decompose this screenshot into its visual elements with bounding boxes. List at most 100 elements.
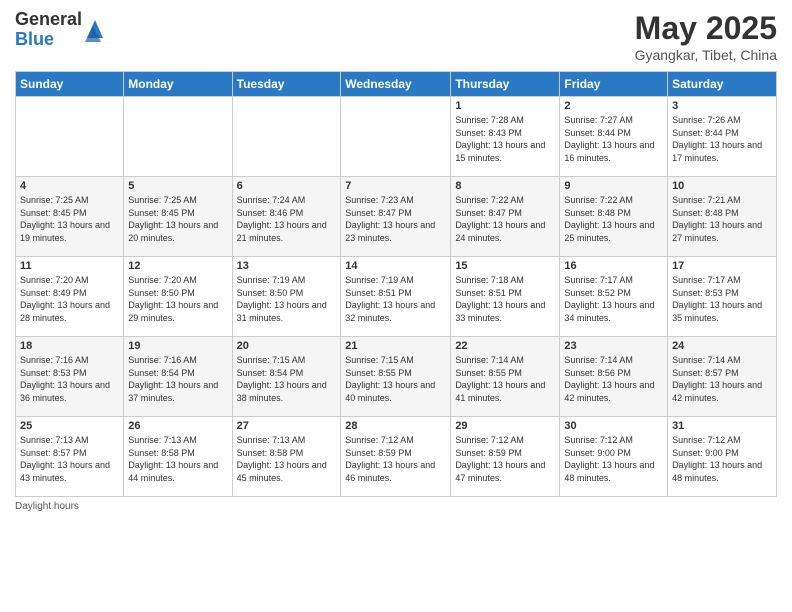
day-info: Sunrise: 7:13 AM Sunset: 8:58 PM Dayligh…	[237, 434, 337, 484]
day-number: 16	[564, 260, 663, 272]
day-number: 24	[672, 340, 772, 352]
day-number: 2	[564, 100, 663, 112]
day-number: 26	[128, 420, 227, 432]
month-title: May 2025	[635, 10, 777, 47]
calendar-cell: 5 Sunrise: 7:25 AM Sunset: 8:45 PM Daylig…	[124, 177, 232, 257]
day-info: Sunrise: 7:17 AM Sunset: 8:53 PM Dayligh…	[672, 274, 772, 324]
day-number: 1	[455, 100, 555, 112]
calendar-cell: 20 Sunrise: 7:15 AM Sunset: 8:54 PM Dayli…	[232, 337, 341, 417]
day-info: Sunrise: 7:16 AM Sunset: 8:53 PM Dayligh…	[20, 354, 119, 404]
day-info: Sunrise: 7:15 AM Sunset: 8:55 PM Dayligh…	[345, 354, 446, 404]
day-number: 3	[672, 100, 772, 112]
weekday-header-sunday: Sunday	[16, 72, 124, 97]
day-info: Sunrise: 7:15 AM Sunset: 8:54 PM Dayligh…	[237, 354, 337, 404]
day-info: Sunrise: 7:12 AM Sunset: 9:00 PM Dayligh…	[672, 434, 772, 484]
day-number: 20	[237, 340, 337, 352]
day-info: Sunrise: 7:16 AM Sunset: 8:54 PM Dayligh…	[128, 354, 227, 404]
day-number: 31	[672, 420, 772, 432]
day-number: 8	[455, 180, 555, 192]
day-number: 21	[345, 340, 446, 352]
day-number: 27	[237, 420, 337, 432]
week-row-5: 25Sunrise: 7:13 AM Sunset: 8:57 PM Dayli…	[16, 417, 777, 497]
day-info: Sunrise: 7:12 AM Sunset: 8:59 PM Dayligh…	[455, 434, 555, 484]
day-info: Sunrise: 7:19 AM Sunset: 8:51 PM Dayligh…	[345, 274, 446, 324]
calendar-cell: 8 Sunrise: 7:22 AM Sunset: 8:47 PM Daylig…	[451, 177, 560, 257]
day-info: Sunrise: 7:22 AM Sunset: 8:47 PM Dayligh…	[455, 194, 555, 244]
calendar-cell: 12 Sunrise: 7:20 AM Sunset: 8:50 PM Dayli…	[124, 257, 232, 337]
week-row-3: 11 Sunrise: 7:20 AM Sunset: 8:49 PM Dayli…	[16, 257, 777, 337]
day-number: 5	[128, 180, 227, 192]
weekday-header-wednesday: Wednesday	[341, 72, 451, 97]
calendar-cell: 7Sunrise: 7:23 AM Sunset: 8:47 PM Daylig…	[341, 177, 451, 257]
calendar-cell: 27 Sunrise: 7:13 AM Sunset: 8:58 PM Dayli…	[232, 417, 341, 497]
day-info: Sunrise: 7:24 AM Sunset: 8:46 PM Dayligh…	[237, 194, 337, 244]
calendar-cell: 18 Sunrise: 7:16 AM Sunset: 8:53 PM Dayli…	[16, 337, 124, 417]
page: General Blue May 2025 Gyangkar, Tibet, C…	[0, 0, 792, 612]
daylight-label: Daylight hours	[15, 501, 79, 512]
title-block: May 2025 Gyangkar, Tibet, China	[635, 10, 777, 63]
calendar-cell: 24 Sunrise: 7:14 AM Sunset: 8:57 PM Dayli…	[668, 337, 777, 417]
day-number: 22	[455, 340, 555, 352]
day-info: Sunrise: 7:12 AM Sunset: 8:59 PM Dayligh…	[345, 434, 446, 484]
calendar-cell: 16 Sunrise: 7:17 AM Sunset: 8:52 PM Dayli…	[560, 257, 668, 337]
calendar-cell: 30Sunrise: 7:12 AM Sunset: 9:00 PM Dayli…	[560, 417, 668, 497]
day-info: Sunrise: 7:28 AM Sunset: 8:43 PM Dayligh…	[455, 114, 555, 164]
calendar-cell: 17 Sunrise: 7:17 AM Sunset: 8:53 PM Dayli…	[668, 257, 777, 337]
day-info: Sunrise: 7:25 AM Sunset: 8:45 PM Dayligh…	[128, 194, 227, 244]
calendar-cell: 21 Sunrise: 7:15 AM Sunset: 8:55 PM Dayli…	[341, 337, 451, 417]
day-info: Sunrise: 7:27 AM Sunset: 8:44 PM Dayligh…	[564, 114, 663, 164]
logo-blue: Blue	[15, 30, 82, 50]
day-number: 7	[345, 180, 446, 192]
calendar-cell: 2 Sunrise: 7:27 AM Sunset: 8:44 PM Daylig…	[560, 97, 668, 177]
day-info: Sunrise: 7:26 AM Sunset: 8:44 PM Dayligh…	[672, 114, 772, 164]
day-info: Sunrise: 7:14 AM Sunset: 8:55 PM Dayligh…	[455, 354, 555, 404]
day-number: 10	[672, 180, 772, 192]
day-number: 30	[564, 420, 663, 432]
day-number: 14	[345, 260, 446, 272]
weekday-header-saturday: Saturday	[668, 72, 777, 97]
calendar-cell: 1 Sunrise: 7:28 AM Sunset: 8:43 PM Daylig…	[451, 97, 560, 177]
calendar-cell: 4Sunrise: 7:25 AM Sunset: 8:45 PM Daylig…	[16, 177, 124, 257]
calendar-cell: 10Sunrise: 7:21 AM Sunset: 8:48 PM Dayli…	[668, 177, 777, 257]
calendar-cell: 25Sunrise: 7:13 AM Sunset: 8:57 PM Dayli…	[16, 417, 124, 497]
day-info: Sunrise: 7:14 AM Sunset: 8:57 PM Dayligh…	[672, 354, 772, 404]
calendar-cell: 22 Sunrise: 7:14 AM Sunset: 8:55 PM Dayli…	[451, 337, 560, 417]
week-row-1: 1 Sunrise: 7:28 AM Sunset: 8:43 PM Daylig…	[16, 97, 777, 177]
day-info: Sunrise: 7:14 AM Sunset: 8:56 PM Dayligh…	[564, 354, 663, 404]
day-number: 11	[20, 260, 119, 272]
day-number: 13	[237, 260, 337, 272]
day-number: 15	[455, 260, 555, 272]
calendar-cell: 15Sunrise: 7:18 AM Sunset: 8:51 PM Dayli…	[451, 257, 560, 337]
day-number: 23	[564, 340, 663, 352]
logo: General Blue	[15, 10, 105, 50]
day-info: Sunrise: 7:25 AM Sunset: 8:45 PM Dayligh…	[20, 194, 119, 244]
weekday-header-friday: Friday	[560, 72, 668, 97]
day-info: Sunrise: 7:22 AM Sunset: 8:48 PM Dayligh…	[564, 194, 663, 244]
weekday-header-thursday: Thursday	[451, 72, 560, 97]
day-info: Sunrise: 7:17 AM Sunset: 8:52 PM Dayligh…	[564, 274, 663, 324]
calendar-cell: 23 Sunrise: 7:14 AM Sunset: 8:56 PM Dayli…	[560, 337, 668, 417]
header: General Blue May 2025 Gyangkar, Tibet, C…	[15, 10, 777, 63]
day-info: Sunrise: 7:20 AM Sunset: 8:49 PM Dayligh…	[20, 274, 119, 324]
calendar-cell: 28 Sunrise: 7:12 AM Sunset: 8:59 PM Dayli…	[341, 417, 451, 497]
day-number: 17	[672, 260, 772, 272]
day-number: 12	[128, 260, 227, 272]
calendar-cell: 29Sunrise: 7:12 AM Sunset: 8:59 PM Dayli…	[451, 417, 560, 497]
day-info: Sunrise: 7:13 AM Sunset: 8:58 PM Dayligh…	[128, 434, 227, 484]
location: Gyangkar, Tibet, China	[635, 47, 777, 63]
calendar-cell: 14 Sunrise: 7:19 AM Sunset: 8:51 PM Dayli…	[341, 257, 451, 337]
week-row-4: 18 Sunrise: 7:16 AM Sunset: 8:53 PM Dayli…	[16, 337, 777, 417]
calendar-cell: 19 Sunrise: 7:16 AM Sunset: 8:54 PM Dayli…	[124, 337, 232, 417]
calendar-cell	[341, 97, 451, 177]
day-number: 25	[20, 420, 119, 432]
day-number: 19	[128, 340, 227, 352]
day-number: 28	[345, 420, 446, 432]
calendar-cell: 3 Sunrise: 7:26 AM Sunset: 8:44 PM Daylig…	[668, 97, 777, 177]
calendar-cell	[124, 97, 232, 177]
week-row-2: 4Sunrise: 7:25 AM Sunset: 8:45 PM Daylig…	[16, 177, 777, 257]
day-info: Sunrise: 7:20 AM Sunset: 8:50 PM Dayligh…	[128, 274, 227, 324]
calendar-cell: 6Sunrise: 7:24 AM Sunset: 8:46 PM Daylig…	[232, 177, 341, 257]
calendar-cell: 26 Sunrise: 7:13 AM Sunset: 8:58 PM Dayli…	[124, 417, 232, 497]
day-info: Sunrise: 7:19 AM Sunset: 8:50 PM Dayligh…	[237, 274, 337, 324]
day-number: 18	[20, 340, 119, 352]
